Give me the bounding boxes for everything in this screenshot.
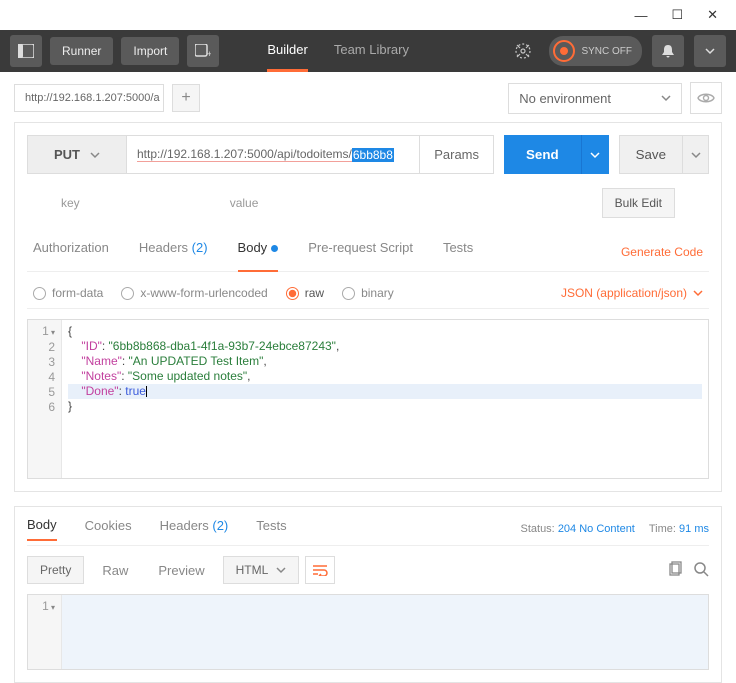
interceptor-icon[interactable]: [507, 35, 539, 67]
minimize-button[interactable]: —: [634, 8, 647, 23]
environment-label: No environment: [519, 91, 611, 106]
status-info: Status: 204 No Content Time: 91 ms: [521, 523, 710, 535]
response-editor[interactable]: 1: [27, 594, 709, 670]
resp-tab-tests[interactable]: Tests: [256, 518, 286, 540]
copy-icon[interactable]: [667, 561, 683, 580]
new-tab-button[interactable]: +: [187, 35, 219, 67]
code-content[interactable]: { "ID": "6bb8b868-dba1-4f1a-93b7-24ebce8…: [62, 320, 708, 478]
generate-code-link[interactable]: Generate Code: [621, 245, 703, 259]
tab-authorization[interactable]: Authorization: [33, 240, 109, 263]
response-panel: Body Cookies Headers (2) Tests Status: 2…: [14, 506, 722, 683]
window-titlebar: — ☐ ✕: [0, 0, 736, 30]
response-tabs: Body Cookies Headers (2) Tests Status: 2…: [27, 517, 709, 546]
tab-builder[interactable]: Builder: [267, 30, 307, 72]
main-nav: Builder Team Library: [267, 30, 409, 72]
request-panel: PUT http://192.168.1.207:5000/api/todoit…: [14, 122, 722, 492]
tab-team-library[interactable]: Team Library: [334, 30, 409, 72]
tab-prerequest[interactable]: Pre-request Script: [308, 240, 413, 263]
maximize-button[interactable]: ☐: [671, 7, 683, 23]
account-menu-icon[interactable]: [694, 35, 726, 67]
tab-headers[interactable]: Headers (2): [139, 240, 208, 263]
unsaved-dot-icon: [271, 245, 278, 252]
request-tab[interactable]: http://192.168.1.207:5000/a: [14, 84, 164, 112]
runner-button[interactable]: Runner: [50, 37, 113, 65]
body-editor[interactable]: 123456 { "ID": "6bb8b868-dba1-4f1a-93b7-…: [27, 319, 709, 479]
raw-button[interactable]: Raw: [90, 557, 140, 584]
method-select[interactable]: PUT: [27, 135, 127, 174]
resp-gutter: 1: [28, 595, 62, 669]
content-type-select[interactable]: JSON (application/json): [561, 286, 703, 300]
radio-x-www-form[interactable]: x-www-form-urlencoded: [121, 286, 267, 300]
time-value: 91 ms: [679, 523, 709, 535]
value-header: value: [230, 196, 259, 210]
save-button[interactable]: Save: [619, 135, 683, 174]
body-type-row: form-data x-www-form-urlencoded raw bina…: [27, 272, 709, 309]
status-value: 204 No Content: [558, 523, 635, 535]
wrap-lines-icon[interactable]: [305, 556, 335, 584]
environment-select[interactable]: No environment: [508, 83, 682, 114]
add-tab-button[interactable]: +: [172, 84, 200, 112]
radio-binary[interactable]: binary: [342, 286, 394, 300]
bulk-edit-button[interactable]: Bulk Edit: [602, 188, 675, 218]
url-input[interactable]: http://192.168.1.207:5000/api/todoitems/…: [127, 135, 420, 174]
tab-body[interactable]: Body: [238, 240, 279, 263]
tab-tests[interactable]: Tests: [443, 240, 473, 263]
url-bar: PUT http://192.168.1.207:5000/api/todoit…: [27, 135, 709, 174]
response-toolbar: Pretty Raw Preview HTML: [27, 546, 709, 594]
params-header: key value Bulk Edit: [27, 174, 709, 226]
format-select[interactable]: HTML: [223, 556, 300, 584]
save-dropdown[interactable]: [683, 135, 709, 174]
resp-tab-cookies[interactable]: Cookies: [85, 518, 132, 540]
resp-tab-body[interactable]: Body: [27, 517, 57, 541]
search-icon[interactable]: [693, 561, 709, 580]
pretty-button[interactable]: Pretty: [27, 556, 84, 584]
import-button[interactable]: Import: [121, 37, 179, 65]
close-button[interactable]: ✕: [707, 7, 718, 23]
preview-button[interactable]: Preview: [146, 557, 216, 584]
request-tabs: Authorization Headers (2) Body Pre-reque…: [27, 226, 709, 272]
radio-raw[interactable]: raw: [286, 286, 324, 300]
send-dropdown[interactable]: [581, 135, 609, 174]
notifications-icon[interactable]: [652, 35, 684, 67]
send-button[interactable]: Send: [504, 135, 581, 174]
key-header: key: [61, 196, 80, 210]
tab-env-row: http://192.168.1.207:5000/a + No environ…: [0, 72, 736, 122]
env-preview-icon[interactable]: [690, 82, 722, 114]
resp-tab-headers[interactable]: Headers (2): [160, 518, 229, 540]
sync-label: SYNC OFF: [581, 46, 632, 57]
radio-form-data[interactable]: form-data: [33, 286, 103, 300]
params-button[interactable]: Params: [420, 135, 494, 174]
sidebar-toggle-icon[interactable]: [10, 35, 42, 67]
sync-toggle[interactable]: SYNC OFF: [549, 36, 642, 66]
top-toolbar: Runner Import + Builder Team Library SYN…: [0, 30, 736, 72]
line-gutter: 123456: [28, 320, 62, 478]
text-cursor: [146, 386, 147, 397]
svg-text:+: +: [207, 49, 211, 58]
resp-body: [62, 595, 708, 669]
